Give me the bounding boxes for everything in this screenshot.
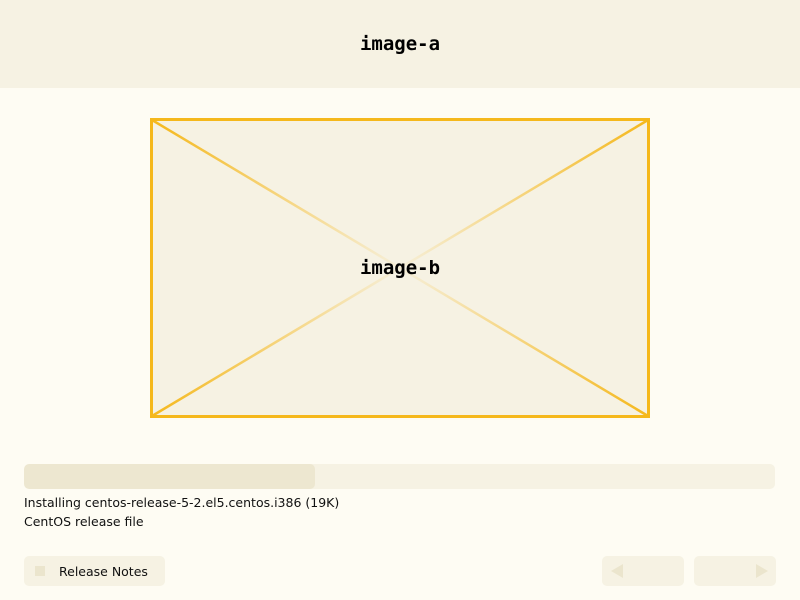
triangle-right-icon — [756, 564, 768, 578]
header-image-label: image-a — [359, 33, 441, 55]
next-button[interactable] — [694, 556, 776, 586]
triangle-left-icon — [611, 564, 623, 578]
install-package-description: CentOS release file — [24, 514, 144, 529]
back-button[interactable] — [602, 556, 684, 586]
install-package-status: Installing centos-release-5-2.el5.centos… — [24, 495, 340, 510]
install-progress-fill — [24, 464, 315, 489]
header-image-placeholder: image-a — [0, 0, 800, 88]
release-notes-label: Release Notes — [59, 563, 148, 579]
main-image-placeholder: image-b — [150, 118, 650, 418]
release-notes-button[interactable]: Release Notes — [24, 556, 165, 586]
install-progress-bar — [24, 464, 775, 489]
release-notes-icon — [35, 566, 45, 576]
main-image-label: image-b — [359, 257, 441, 279]
